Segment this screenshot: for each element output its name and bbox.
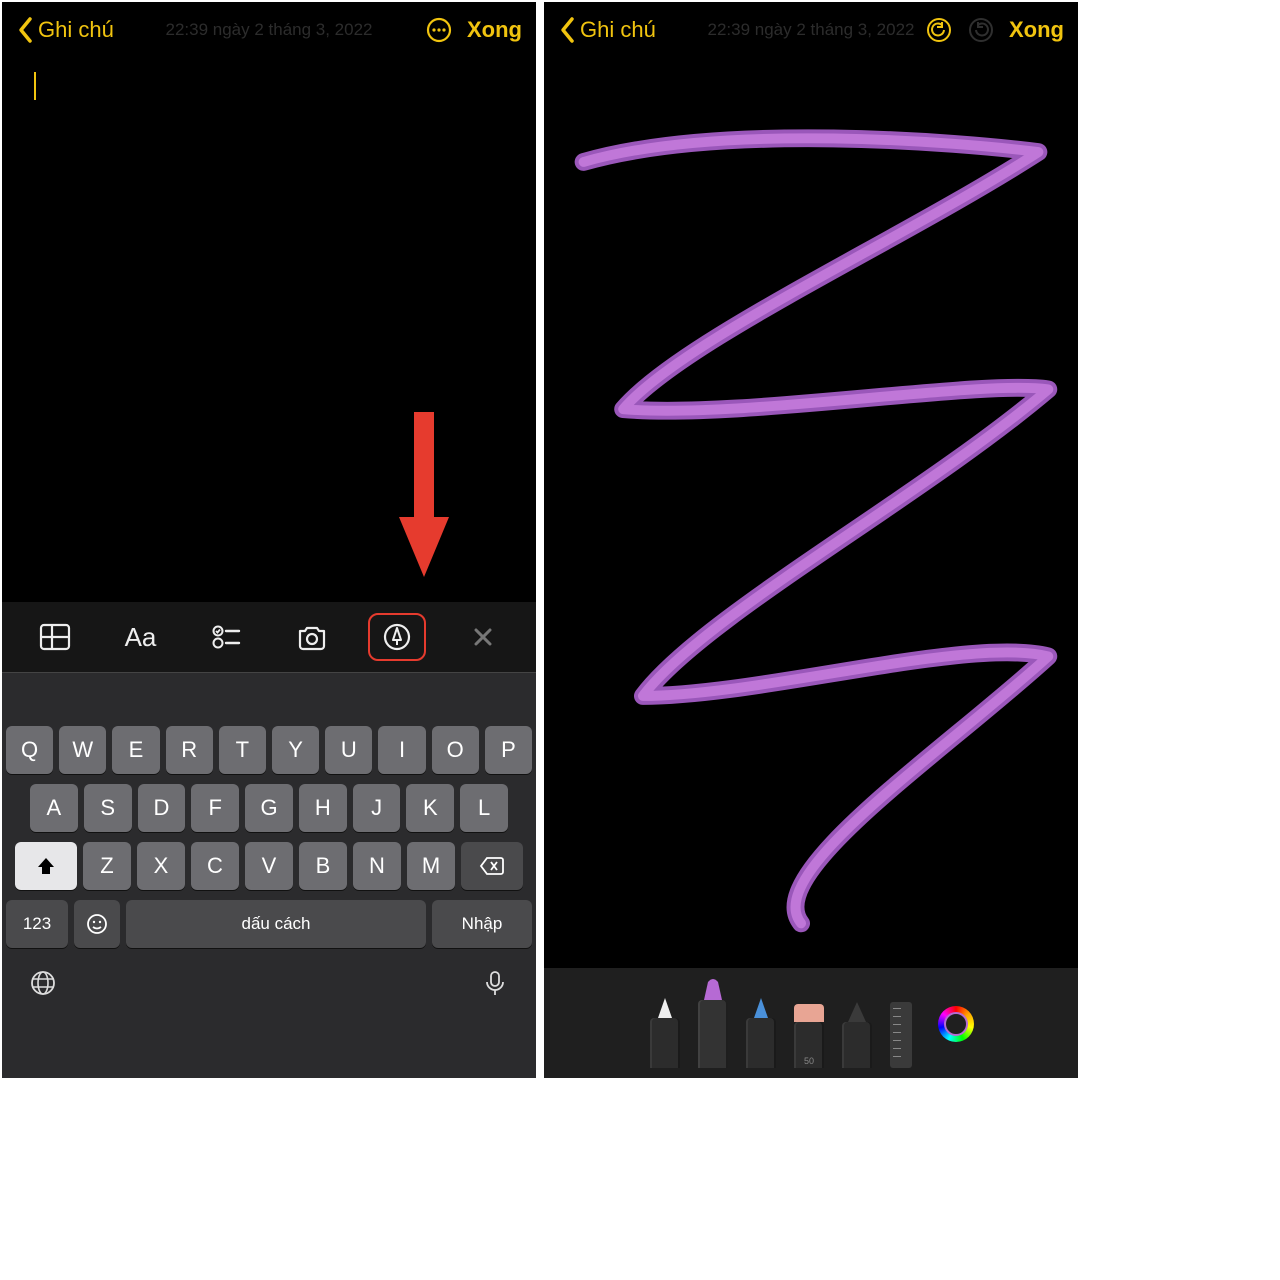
key-a[interactable]: A <box>30 784 78 832</box>
emoji-icon <box>85 912 109 936</box>
checklist-icon <box>209 620 243 654</box>
key-r[interactable]: R <box>166 726 213 774</box>
drawing-canvas[interactable] <box>544 58 1078 968</box>
keyboard-row-1: Q W E R T Y U I O P <box>6 726 532 774</box>
key-l[interactable]: L <box>460 784 508 832</box>
screen-left-notes-editor: 22:39 ngày 2 tháng 3, 2022 Ghi chú Xong <box>0 0 538 1080</box>
chevron-left-icon <box>558 16 576 44</box>
back-label: Ghi chú <box>38 17 114 43</box>
tool-lasso[interactable] <box>840 1002 874 1068</box>
screen-right-markup-canvas: 22:39 ngày 2 tháng 3, 2022 Ghi chú Xong <box>542 0 1080 1080</box>
tool-pen[interactable] <box>648 998 682 1068</box>
pen-tip-icon <box>650 998 680 1018</box>
key-space[interactable]: dấu cách <box>126 900 426 948</box>
keyboard-row-3: Z X C V B N M <box>6 842 532 890</box>
lasso-tip-icon <box>842 1002 872 1022</box>
key-w[interactable]: W <box>59 726 106 774</box>
keyboard: Q W E R T Y U I O P A S D F G H J K L <box>2 718 536 1078</box>
markup-tool-tray: 50 <box>544 968 1078 1078</box>
redo-button[interactable] <box>967 16 995 44</box>
key-p[interactable]: P <box>485 726 532 774</box>
marker-tip-icon <box>696 978 730 1000</box>
undo-icon <box>925 16 953 44</box>
key-u[interactable]: U <box>325 726 372 774</box>
table-button[interactable] <box>26 613 84 661</box>
tool-marker[interactable] <box>696 978 730 1068</box>
key-j[interactable]: J <box>353 784 401 832</box>
eraser-size-label: 50 <box>794 1056 824 1066</box>
camera-icon <box>295 620 329 654</box>
key-emoji[interactable] <box>74 900 120 948</box>
key-b[interactable]: B <box>299 842 347 890</box>
key-n[interactable]: N <box>353 842 401 890</box>
tool-pencil[interactable] <box>744 998 778 1068</box>
key-h[interactable]: H <box>299 784 347 832</box>
ellipsis-circle-icon <box>425 16 453 44</box>
close-toolbar-button[interactable] <box>454 613 512 661</box>
undo-button[interactable] <box>925 16 953 44</box>
key-y[interactable]: Y <box>272 726 319 774</box>
shift-icon <box>35 855 57 877</box>
tool-ruler[interactable] <box>888 1002 914 1068</box>
key-q[interactable]: Q <box>6 726 53 774</box>
key-e[interactable]: E <box>112 726 159 774</box>
back-button[interactable]: Ghi chú <box>558 16 656 44</box>
microphone-icon <box>480 968 510 998</box>
more-button[interactable] <box>425 16 453 44</box>
text-format-label: Aa <box>125 622 157 653</box>
key-d[interactable]: D <box>138 784 186 832</box>
text-format-button[interactable]: Aa <box>111 613 169 661</box>
back-label: Ghi chú <box>580 17 656 43</box>
markup-pen-icon <box>380 620 414 654</box>
checklist-button[interactable] <box>197 613 255 661</box>
annotation-arrow-icon <box>394 412 454 587</box>
key-backspace[interactable] <box>461 842 523 890</box>
done-button[interactable]: Xong <box>467 17 522 43</box>
back-button[interactable]: Ghi chú <box>16 16 114 44</box>
key-i[interactable]: I <box>378 726 425 774</box>
dictation-button[interactable] <box>480 968 510 1003</box>
key-x[interactable]: X <box>137 842 185 890</box>
key-shift[interactable] <box>15 842 77 890</box>
keyboard-bottom-row <box>6 958 532 1003</box>
header-right: Ghi chú Xong <box>544 2 1078 58</box>
format-toolbar: Aa <box>2 602 536 672</box>
key-123[interactable]: 123 <box>6 900 68 948</box>
ruler-icon <box>890 1002 912 1068</box>
key-c[interactable]: C <box>191 842 239 890</box>
header-left: Ghi chú Xong <box>2 2 536 58</box>
eraser-tip-icon <box>794 1004 824 1022</box>
redo-icon <box>967 16 995 44</box>
key-f[interactable]: F <box>191 784 239 832</box>
key-o[interactable]: O <box>432 726 479 774</box>
backspace-icon <box>479 855 505 877</box>
close-icon <box>466 620 500 654</box>
keyboard-suggestion-bar[interactable] <box>2 672 536 718</box>
table-icon <box>38 620 72 654</box>
key-s[interactable]: S <box>84 784 132 832</box>
key-k[interactable]: K <box>406 784 454 832</box>
done-button[interactable]: Xong <box>1009 17 1064 43</box>
key-g[interactable]: G <box>245 784 293 832</box>
text-cursor <box>34 72 36 100</box>
keyboard-row-2: A S D F G H J K L <box>6 784 532 832</box>
color-picker-button[interactable] <box>938 1006 974 1042</box>
globe-button[interactable] <box>28 968 58 1003</box>
markup-button[interactable] <box>368 613 426 661</box>
tool-eraser[interactable]: 50 <box>792 1004 826 1068</box>
chevron-left-icon <box>16 16 34 44</box>
key-t[interactable]: T <box>219 726 266 774</box>
key-v[interactable]: V <box>245 842 293 890</box>
color-swatch-icon <box>944 1012 968 1036</box>
drawing-stroke <box>544 58 1078 968</box>
key-m[interactable]: M <box>407 842 455 890</box>
camera-button[interactable] <box>283 613 341 661</box>
key-z[interactable]: Z <box>83 842 131 890</box>
globe-icon <box>28 968 58 998</box>
key-enter[interactable]: Nhập <box>432 900 532 948</box>
keyboard-row-4: 123 dấu cách Nhập <box>6 900 532 948</box>
pencil-tip-icon <box>746 998 776 1018</box>
